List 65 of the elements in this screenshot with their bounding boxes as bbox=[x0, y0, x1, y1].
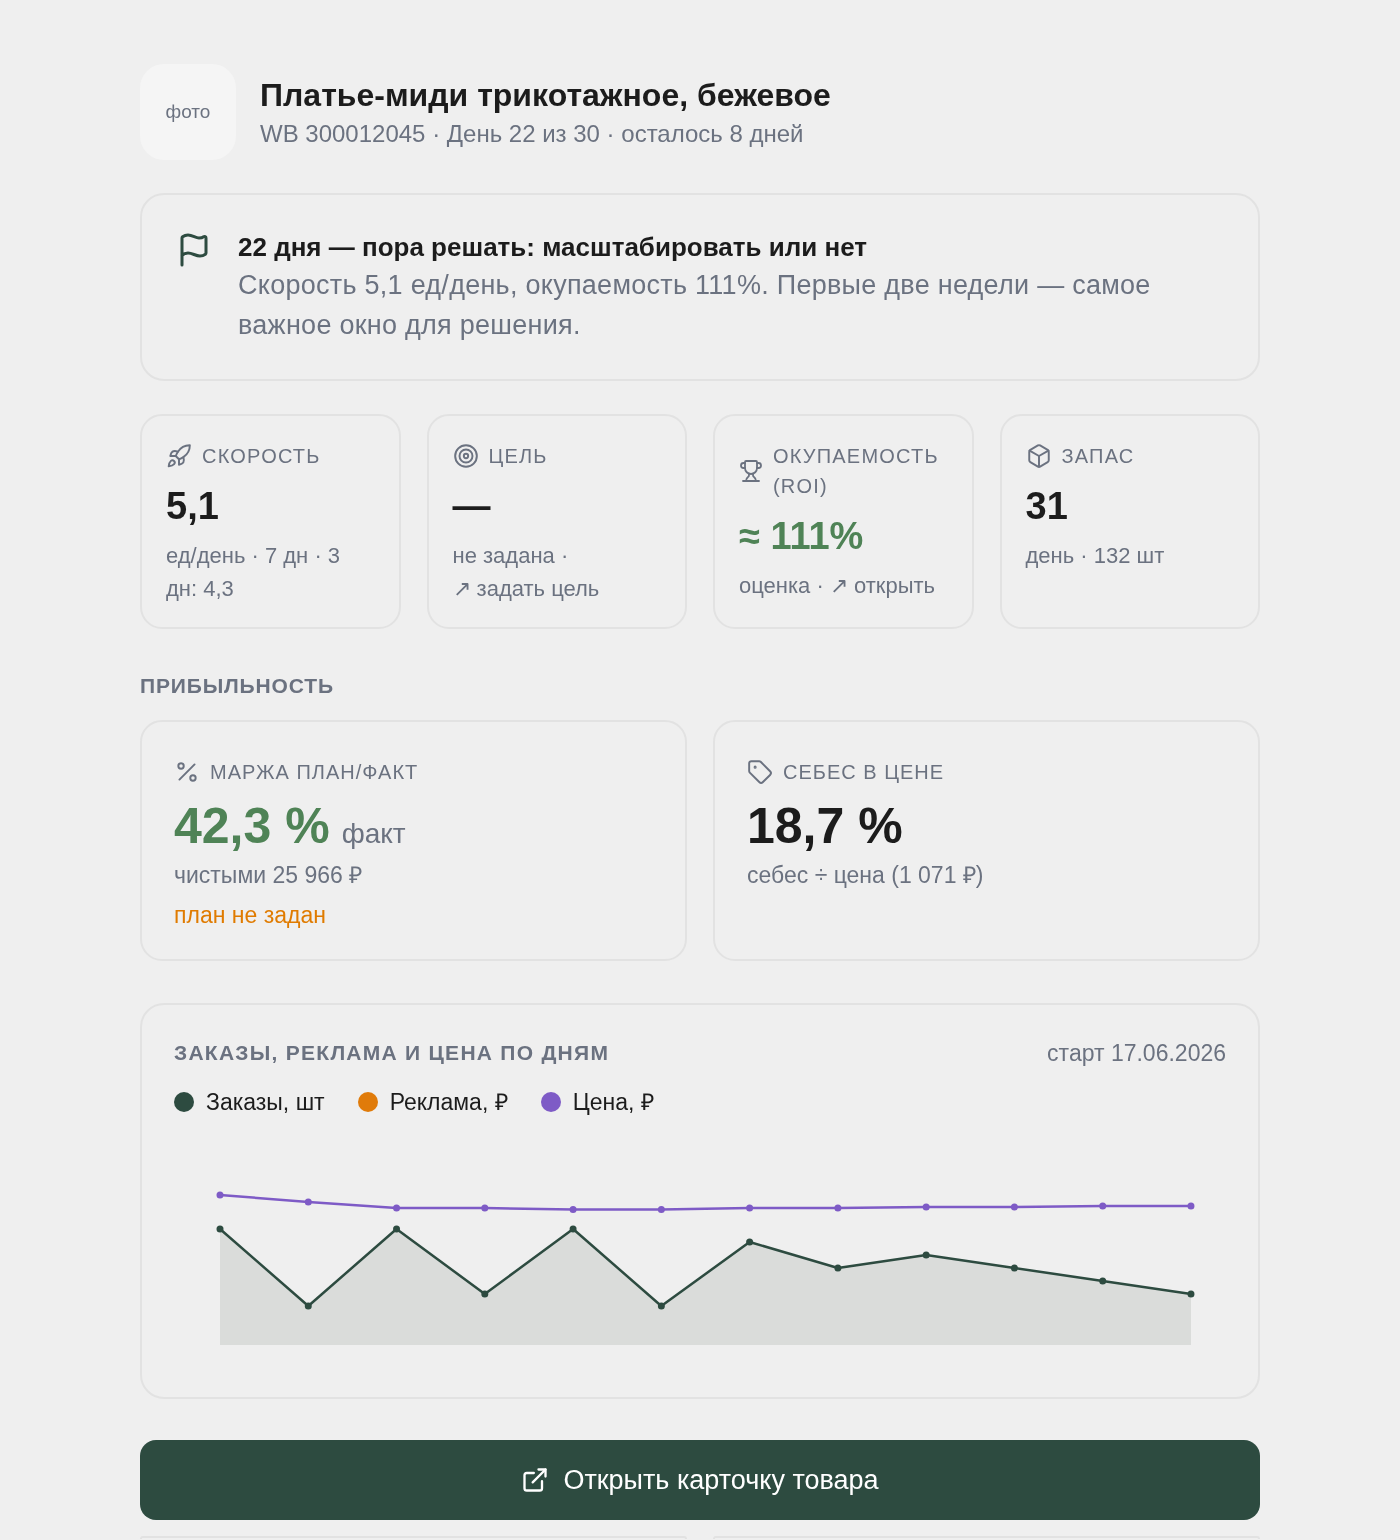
metric-label: ОКУПАЕМОСТЬ (ROI) bbox=[773, 444, 939, 499]
trophy-icon bbox=[739, 459, 763, 483]
legend-label: Заказы, шт bbox=[206, 1088, 325, 1117]
profit-note: чистыми 25 966 ₽ bbox=[174, 861, 363, 890]
profit-value: 18,7 % bbox=[747, 797, 903, 855]
metric-value: — bbox=[452, 484, 491, 529]
metric-value: 31 bbox=[1025, 484, 1068, 529]
legend-label: Цена, ₽ bbox=[572, 1088, 654, 1117]
price-point bbox=[834, 1204, 842, 1212]
rocket-icon bbox=[166, 443, 192, 469]
price-point bbox=[216, 1191, 224, 1199]
orders-point bbox=[1099, 1277, 1107, 1285]
profit-label: МАРЖА ПЛАН/ФАКТ bbox=[210, 760, 419, 785]
orders-point bbox=[481, 1290, 489, 1298]
price-point bbox=[393, 1204, 401, 1212]
price-point bbox=[657, 1206, 665, 1213]
metric-value: ≈ 111% bbox=[739, 514, 864, 559]
price-point bbox=[481, 1204, 489, 1212]
orders-point bbox=[657, 1302, 665, 1310]
metric-label: СКОРОСТЬ bbox=[202, 444, 321, 469]
orders-point bbox=[834, 1264, 842, 1272]
product-title: Платье-миди трикотажное, бежевое bbox=[260, 75, 831, 114]
notice-title: 22 дня — пора решать: масштабировать или нет bbox=[238, 232, 868, 262]
external-link-icon bbox=[521, 1466, 550, 1494]
product-subtitle: WB 300012045 · День 22 из 30 · осталось 8 дней bbox=[260, 118, 805, 149]
profit-note: себес ÷ цена (1 071 ₽) bbox=[747, 861, 984, 890]
percent-icon bbox=[174, 759, 200, 785]
metric-label: ЦЕЛЬ bbox=[488, 444, 548, 469]
metric-link[interactable]: ↗ открыть bbox=[829, 573, 936, 598]
price-point bbox=[1010, 1203, 1018, 1211]
profit-value: 42,3 % bbox=[174, 797, 330, 855]
orders-point bbox=[1010, 1264, 1018, 1272]
price-point bbox=[1187, 1202, 1195, 1210]
notice-text: Скорость 5,1 ед/день, окупаемость 111%. Первые две недели — самое важное окно для решения. bbox=[238, 269, 1152, 342]
section-heading: ПРИБЫЛЬНОСТЬ bbox=[140, 674, 334, 698]
tag-icon bbox=[747, 759, 773, 785]
price-point bbox=[1099, 1202, 1107, 1210]
price-point bbox=[304, 1198, 312, 1206]
metric-note: оценка · ↗ открыть bbox=[739, 572, 936, 600]
orders-point bbox=[216, 1225, 224, 1233]
price-point bbox=[569, 1206, 577, 1213]
open-product-card-button[interactable]: Открыть карточку товара bbox=[140, 1440, 1260, 1520]
profit-label: СЕБЕС В ЦЕНЕ bbox=[783, 760, 945, 785]
metric-label: ЗАПАС bbox=[1061, 444, 1135, 469]
target-icon bbox=[452, 443, 479, 469]
metric-value: 5,1 bbox=[166, 484, 219, 529]
chart-start-date: старт 17.06.2026 bbox=[1047, 1039, 1226, 1068]
orders-point bbox=[304, 1302, 312, 1310]
chart-title: ЗАКАЗЫ, РЕКЛАМА И ЦЕНА ПО ДНЯМ bbox=[174, 1040, 610, 1066]
metric-note: ед/день · 7 дн · 3 дн: 4,3 bbox=[166, 542, 342, 603]
price-point bbox=[922, 1203, 930, 1211]
orders-point bbox=[922, 1251, 930, 1259]
orders-point bbox=[393, 1225, 401, 1233]
box-icon bbox=[1025, 443, 1052, 469]
metric-note: не задана · ↗ задать цель bbox=[452, 542, 601, 603]
orders-point bbox=[569, 1225, 577, 1233]
profit-value-suffix: факт bbox=[341, 817, 406, 851]
orders-point bbox=[1187, 1290, 1195, 1298]
price-point bbox=[746, 1204, 754, 1212]
orders-point bbox=[746, 1238, 754, 1246]
profit-note: план не задан bbox=[174, 901, 326, 930]
metric-link[interactable]: ↗ задать цель bbox=[452, 576, 600, 601]
legend-label: Реклама, ₽ bbox=[389, 1088, 508, 1117]
metric-note: день · 132 шт bbox=[1025, 542, 1166, 570]
photo-caption: фото bbox=[165, 100, 211, 124]
